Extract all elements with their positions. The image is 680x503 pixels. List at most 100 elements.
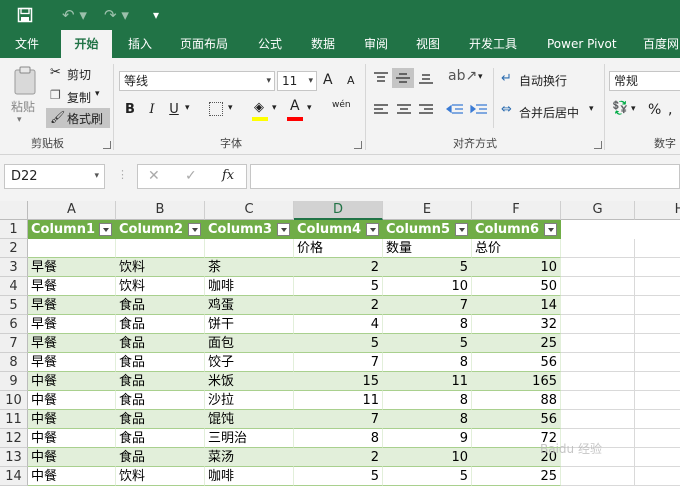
table-cell[interactable]: 15 — [294, 372, 383, 391]
alignment-launcher-icon[interactable] — [594, 141, 602, 149]
table-header-cell[interactable]: Column3 — [205, 220, 294, 239]
table-cell[interactable]: 食品 — [116, 391, 205, 410]
table-cell[interactable]: 早餐 — [28, 296, 116, 315]
table-cell[interactable]: 2 — [294, 258, 383, 277]
table-cell[interactable]: 饮料 — [116, 258, 205, 277]
copy-button[interactable]: 复制 — [67, 89, 91, 106]
cell[interactable] — [635, 429, 680, 448]
table-cell[interactable]: 8 — [294, 429, 383, 448]
phonetic-button[interactable]: wén — [332, 100, 351, 110]
column-header-g[interactable]: G — [561, 201, 635, 220]
table-cell[interactable]: 5 — [294, 467, 383, 486]
table-cell[interactable]: 鸡蛋 — [205, 296, 294, 315]
tab-review[interactable]: 审阅 — [364, 30, 388, 58]
shrink-font-button[interactable]: A — [347, 74, 355, 87]
cell[interactable] — [561, 296, 635, 315]
tab-power-pivot[interactable]: Power Pivot — [547, 30, 617, 58]
table-cell[interactable]: 三明治 — [205, 429, 294, 448]
select-all-corner[interactable] — [0, 201, 28, 220]
column-header-c[interactable]: C — [205, 201, 294, 220]
table-cell[interactable] — [28, 239, 116, 258]
font-size-select[interactable]: 11 ▾ — [277, 71, 317, 91]
merge-center-button[interactable]: 合并后居中 — [519, 104, 579, 121]
font-launcher-icon[interactable] — [354, 141, 362, 149]
enter-icon[interactable]: ✓ — [185, 168, 197, 184]
table-cell[interactable]: 早餐 — [28, 258, 116, 277]
table-cell[interactable]: 食品 — [116, 448, 205, 467]
table-cell[interactable]: 2 — [294, 296, 383, 315]
row-header-4[interactable]: 4 — [0, 277, 28, 296]
borders-dropdown-icon[interactable]: ▾ — [228, 103, 233, 113]
table-header-cell[interactable]: Column2 — [116, 220, 205, 239]
name-box[interactable]: D22 ▾ — [4, 164, 105, 189]
increase-indent-icon[interactable] — [470, 103, 488, 117]
tab-developer[interactable]: 开发工具 — [469, 30, 517, 58]
cell[interactable] — [561, 239, 635, 258]
table-cell[interactable]: 10 — [383, 277, 472, 296]
table-header-cell[interactable]: Column6 — [472, 220, 561, 239]
table-cell[interactable]: 饮料 — [116, 467, 205, 486]
font-color-icon[interactable]: A — [290, 98, 300, 114]
table-cell[interactable]: 5 — [383, 467, 472, 486]
align-left-icon[interactable] — [373, 103, 389, 117]
currency-dropdown-icon[interactable]: ▾ — [631, 104, 636, 114]
table-cell[interactable]: 食品 — [116, 429, 205, 448]
table-cell[interactable]: 中餐 — [28, 410, 116, 429]
table-cell[interactable]: 食品 — [116, 410, 205, 429]
redo-icon[interactable]: ↷ ▾ — [104, 5, 129, 25]
table-cell[interactable]: 价格 — [294, 239, 383, 258]
cell[interactable] — [635, 467, 680, 486]
customize-toolbar-icon[interactable]: ▾ — [153, 5, 159, 25]
font-name-select[interactable]: 等线 ▾ — [119, 71, 275, 91]
table-cell[interactable]: 4 — [294, 315, 383, 334]
cell[interactable] — [635, 448, 680, 467]
table-cell[interactable]: 食品 — [116, 315, 205, 334]
cell[interactable] — [561, 277, 635, 296]
worksheet-grid[interactable]: A B C D E F G H 1 2 3 4 5 6 7 8 9 10 11 12 13 14 Column1 Column… — [0, 201, 680, 503]
row-header-1[interactable]: 1 — [0, 220, 28, 239]
cell[interactable] — [635, 410, 680, 429]
percent-button[interactable]: % — [648, 102, 661, 118]
copy-dropdown-icon[interactable]: ▾ — [95, 89, 100, 99]
grow-font-button[interactable]: A — [323, 72, 333, 88]
table-cell[interactable]: 5 — [294, 334, 383, 353]
table-header-cell[interactable]: Column4 — [294, 220, 383, 239]
cut-button[interactable]: 剪切 — [67, 66, 91, 83]
table-cell[interactable]: 5 — [383, 258, 472, 277]
table-cell[interactable]: 9 — [383, 429, 472, 448]
table-cell[interactable]: 数量 — [383, 239, 472, 258]
filter-dropdown-icon[interactable] — [366, 223, 379, 236]
cell[interactable] — [635, 258, 680, 277]
align-bottom-icon[interactable] — [418, 71, 434, 85]
table-cell[interactable]: 7 — [294, 353, 383, 372]
row-header-7[interactable]: 7 — [0, 334, 28, 353]
table-cell[interactable]: 11 — [383, 372, 472, 391]
paste-dropdown-icon[interactable]: ▾ — [17, 115, 22, 125]
table-cell[interactable]: 8 — [383, 410, 472, 429]
table-cell[interactable]: 5 — [383, 334, 472, 353]
table-cell[interactable]: 食品 — [116, 353, 205, 372]
fill-dropdown-icon[interactable]: ▾ — [272, 103, 277, 113]
cell[interactable] — [561, 391, 635, 410]
cell[interactable] — [561, 258, 635, 277]
table-cell[interactable]: 沙拉 — [205, 391, 294, 410]
align-top-icon[interactable] — [373, 71, 389, 85]
table-cell[interactable]: 8 — [383, 391, 472, 410]
underline-dropdown-icon[interactable]: ▾ — [185, 103, 190, 113]
cell[interactable] — [635, 239, 680, 258]
formula-input[interactable] — [250, 164, 680, 189]
table-cell[interactable]: 饮料 — [116, 277, 205, 296]
cell[interactable] — [561, 315, 635, 334]
underline-button[interactable]: U — [165, 100, 183, 120]
table-cell[interactable]: 56 — [472, 410, 561, 429]
cell[interactable] — [635, 353, 680, 372]
save-icon[interactable] — [17, 7, 33, 23]
table-cell[interactable]: 饺子 — [205, 353, 294, 372]
paste-button[interactable]: 粘贴 — [11, 98, 35, 115]
table-cell[interactable]: 88 — [472, 391, 561, 410]
filter-dropdown-icon[interactable] — [455, 223, 468, 236]
cell[interactable] — [635, 315, 680, 334]
tab-insert[interactable]: 插入 — [128, 30, 152, 58]
table-cell[interactable]: 14 — [472, 296, 561, 315]
align-middle-button[interactable] — [392, 68, 414, 88]
